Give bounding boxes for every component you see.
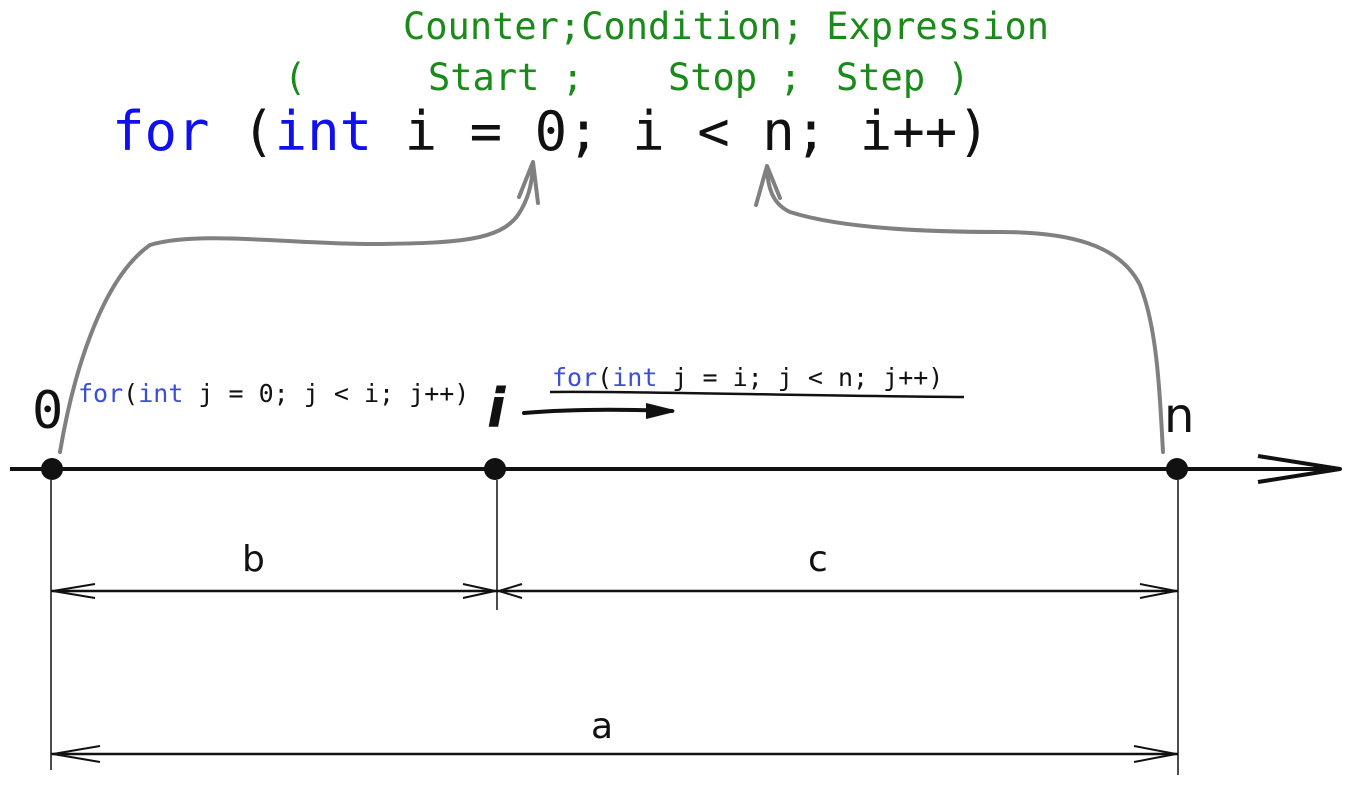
- header-start: Start ;: [428, 56, 584, 99]
- inner-left-keyword-for: for: [78, 379, 123, 408]
- main-keyword-int: int: [275, 100, 373, 163]
- main-loop-body: i = 0; i < n; i++): [372, 100, 990, 163]
- main-open-paren: (: [210, 100, 275, 163]
- header-step: Step ): [836, 56, 970, 99]
- inner-left-keyword-int: int: [138, 379, 183, 408]
- header-stop: Stop ;: [668, 56, 802, 99]
- label-zero: 0: [32, 381, 63, 441]
- label-n: n: [1164, 388, 1194, 444]
- point-zero: [41, 458, 63, 480]
- inner-right-keyword-for: for: [552, 363, 597, 392]
- header-counter-condition-expression: Counter;Condition; Expression: [403, 5, 1049, 48]
- inner-right-open-paren: (: [597, 363, 612, 392]
- direction-arrowhead-icon: [645, 403, 675, 419]
- inner-left-body: j = 0; j < i; j++): [183, 379, 469, 408]
- header-open-paren: (: [284, 56, 306, 99]
- inner-right-body: j = i; j < n; j++): [657, 363, 943, 392]
- dimension-a-label: a: [591, 706, 613, 747]
- curve-arrow-start-to-zero: [58, 163, 535, 454]
- dimension-b-label: b: [242, 539, 265, 580]
- point-i: [484, 458, 506, 480]
- curve-arrow-end-to-n: [765, 166, 1165, 454]
- inner-right-underline: [549, 390, 965, 399]
- for-loop-diagram: Counter;Condition; Expression ( Start ; …: [10, 5, 1342, 775]
- dimension-c-label: c: [808, 539, 828, 580]
- main-keyword-for: for: [112, 100, 210, 163]
- inner-loop-right: for(int j = i; j < n; j++): [552, 363, 943, 392]
- inner-loop-left: for(int j = 0; j < i; j++): [78, 379, 469, 408]
- main-for-statement: for (int i = 0; i < n; i++): [112, 100, 990, 163]
- point-n: [1166, 458, 1188, 480]
- inner-right-keyword-int: int: [612, 363, 657, 392]
- inner-left-open-paren: (: [123, 379, 138, 408]
- label-i: i: [487, 377, 507, 440]
